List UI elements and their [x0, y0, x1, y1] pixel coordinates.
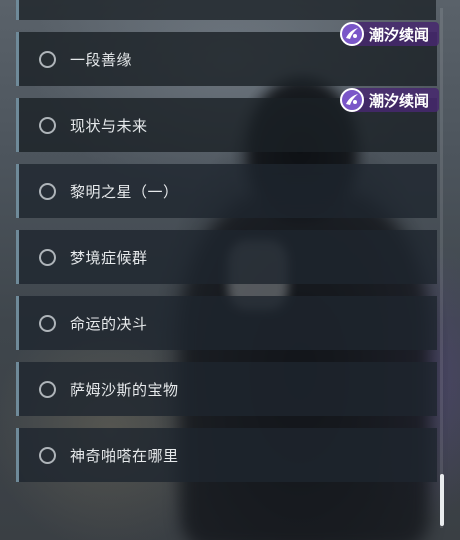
incomplete-circle-icon [39, 50, 56, 68]
tide-watermark-badge: 潮汐续闻 [340, 22, 439, 46]
incomplete-circle-icon [39, 314, 56, 332]
quest-item[interactable]: 黎明之星（一） [16, 164, 437, 218]
tide-logo-icon [340, 22, 364, 46]
watermark-text: 潮汐续闻 [369, 25, 430, 44]
quest-item[interactable]: 命运的决斗 [16, 296, 437, 350]
quest-list-screen: 一段善缘 现状与未来 黎明之星（一） 梦境症候群 命运的决斗 萨姆沙斯的宝物 神… [0, 0, 460, 540]
incomplete-circle-icon [39, 248, 56, 266]
quest-item[interactable]: 梦境症候群 [16, 230, 437, 284]
scrollbar-track[interactable] [440, 8, 443, 528]
incomplete-circle-icon [39, 446, 56, 464]
watermark-text: 潮汐续闻 [369, 91, 430, 110]
quest-label: 一段善缘 [70, 50, 133, 69]
tide-watermark-badge: 潮汐续闻 [340, 88, 439, 112]
quest-label: 萨姆沙斯的宝物 [70, 380, 179, 399]
quest-item[interactable]: 神奇啪嗒在哪里 [16, 428, 437, 482]
quest-label: 黎明之星（一） [70, 182, 179, 201]
incomplete-circle-icon [39, 116, 56, 134]
incomplete-circle-icon [39, 182, 56, 200]
quest-label: 命运的决斗 [70, 314, 148, 333]
quest-label: 神奇啪嗒在哪里 [70, 446, 179, 465]
tide-logo-glyph [346, 94, 358, 105]
scrollbar-thumb[interactable] [440, 474, 444, 526]
partial-quest-item[interactable] [16, 0, 436, 20]
quest-item[interactable]: 萨姆沙斯的宝物 [16, 362, 437, 416]
tide-logo-glyph [346, 28, 358, 39]
incomplete-circle-icon [39, 380, 56, 398]
quest-label: 梦境症候群 [70, 248, 148, 267]
tide-logo-icon [340, 88, 364, 112]
quest-label: 现状与未来 [70, 116, 148, 135]
